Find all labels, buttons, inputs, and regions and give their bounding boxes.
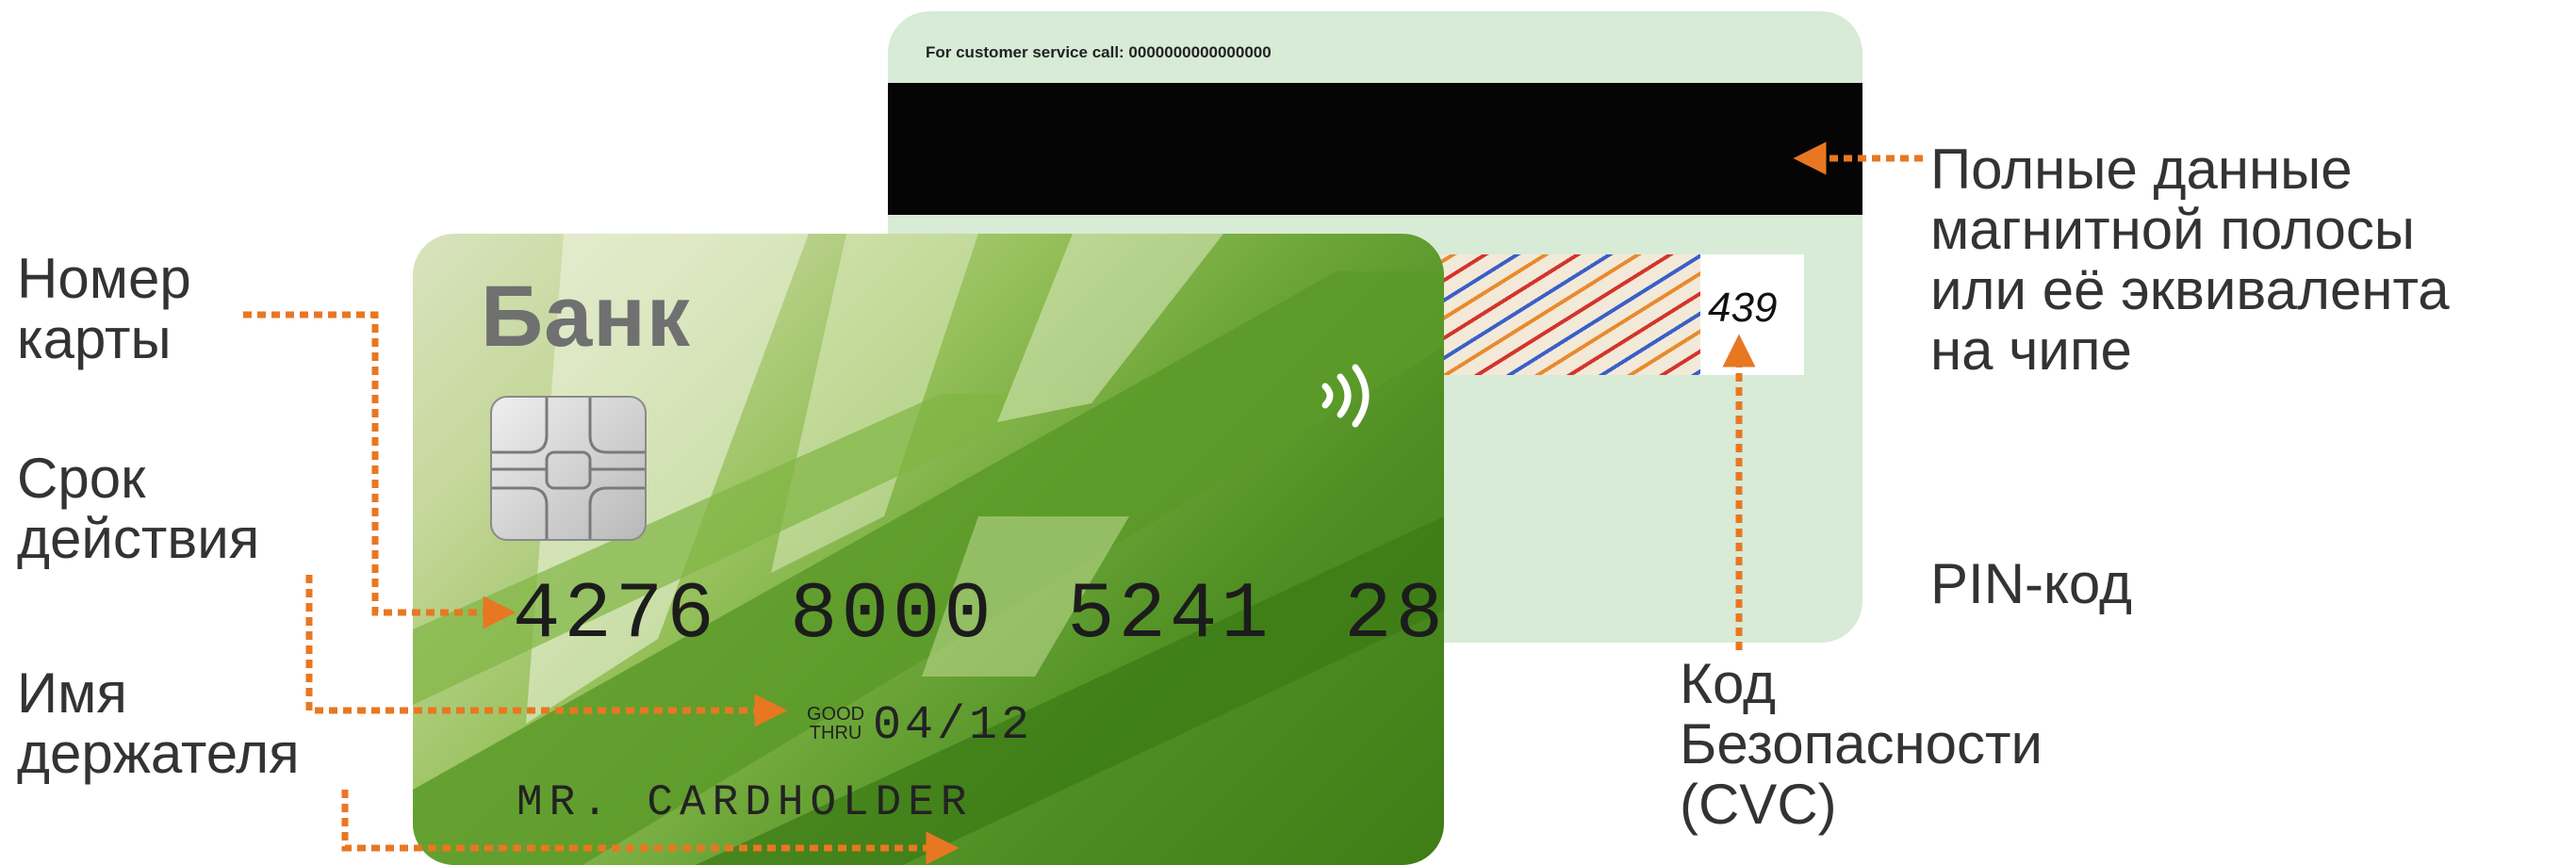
leader-holder [341, 790, 960, 865]
leader-card-number [243, 311, 517, 629]
leader-lines [243, 141, 1923, 865]
